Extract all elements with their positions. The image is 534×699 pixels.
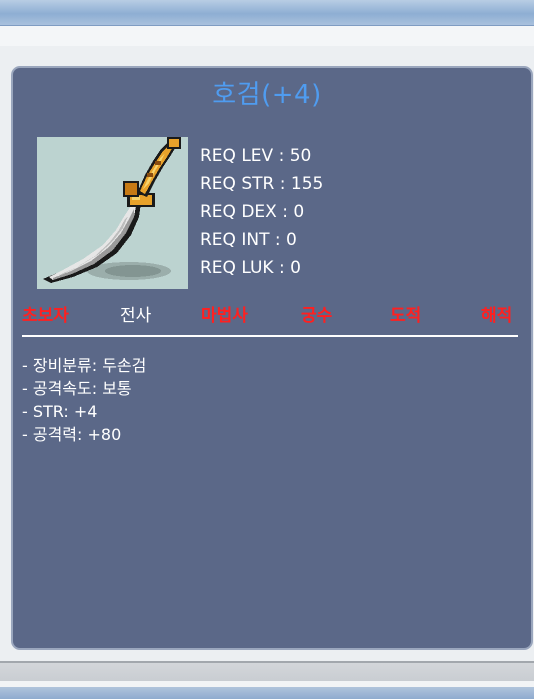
req-str-label: REQ STR — [200, 174, 275, 194]
req-int-label: REQ INT — [200, 230, 270, 250]
stat-attack-speed: - 공격속도: 보통 — [22, 379, 132, 398]
req-int-value: 0 — [286, 230, 297, 250]
job-thief: 도적 — [390, 306, 422, 326]
item-stats-list: - 장비분류: 두손검 - 공격속도: 보통 - STR: +4 - 공격력: … — [22, 354, 322, 446]
job-pirate: 해적 — [481, 306, 513, 326]
job-requirements-row: 초보자 전사 마법사 궁수 도적 해적 — [22, 302, 520, 330]
req-str-value: 155 — [290, 174, 324, 194]
req-luk-label: REQ LUK — [200, 258, 274, 278]
stat-str: - STR: +4 — [22, 402, 98, 421]
req-dex-label: REQ DEX — [200, 202, 277, 222]
requirements-list: REQ LEV : 50 REQ STR : 155 REQ DEX : 0 R… — [200, 142, 360, 282]
req-dex-value: 0 — [293, 202, 305, 222]
job-beginner: 초보자 — [22, 306, 69, 326]
item-name: 호검(+4) — [212, 80, 322, 110]
req-luk-line: REQ LUK : 0 — [200, 258, 301, 278]
req-lev-line: REQ LEV : 50 — [200, 146, 312, 166]
stat-attack-power: - 공격력: +80 — [22, 425, 122, 444]
item-icon-box — [37, 137, 188, 289]
job-warrior: 전사 — [120, 306, 152, 326]
req-int-line: REQ INT : 0 — [200, 230, 297, 250]
req-str-line: REQ STR : 155 — [200, 174, 324, 194]
section-divider — [22, 335, 518, 337]
curved-sword-icon — [43, 137, 181, 283]
req-luk-value: 0 — [290, 258, 301, 278]
req-lev-value: 50 — [289, 146, 312, 166]
bottom-window-bar — [0, 661, 534, 699]
req-dex-line: REQ DEX : 0 — [200, 202, 305, 222]
job-magician: 마법사 — [201, 306, 248, 326]
top-gap — [0, 26, 534, 46]
stat-equip-category: - 장비분류: 두손검 — [22, 356, 147, 375]
job-bowman: 궁수 — [301, 306, 333, 326]
top-window-bar — [0, 0, 534, 26]
req-lev-label: REQ LEV — [200, 146, 274, 166]
